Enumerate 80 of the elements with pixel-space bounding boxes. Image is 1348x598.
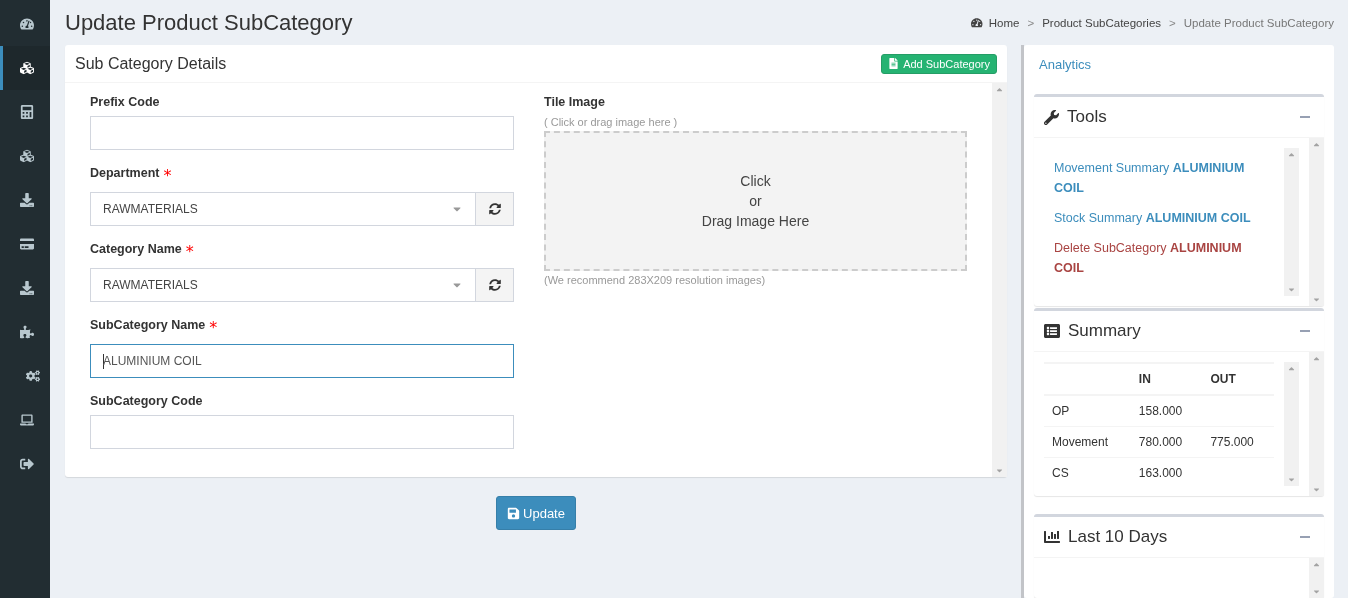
field-label: Prefix Code [90,95,160,109]
download-icon [19,193,34,207]
image-drop-zone[interactable]: Click or Drag Image Here [544,131,967,271]
breadcrumb-link[interactable]: Home [971,16,1020,29]
breadcrumb-link[interactable]: Product SubCategories [1042,16,1162,29]
field-label: Tile Image [544,95,606,109]
required-mark: * [209,318,218,337]
analytics-link[interactable]: Analytics [1034,45,1324,94]
breadcrumb-separator: > [1169,16,1176,29]
scroll-down-icon[interactable] [1312,295,1321,304]
sidebar-item[interactable] [0,46,50,90]
tool-link[interactable]: Movement Summary ALUMINIUM COIL [1054,158,1264,198]
table-cell: 775.000 [1202,426,1274,458]
table-cell: CS [1044,457,1131,488]
puzzle-icon [19,325,34,339]
table-cell: 158.000 [1130,395,1203,427]
table-cell: 780.000 [1130,426,1203,458]
field-label: Department [90,166,160,180]
required-mark: * [185,242,194,261]
scroll-up-icon[interactable] [995,85,1004,94]
scroll-up-icon[interactable] [1312,354,1321,363]
file-icon [888,58,900,69]
dashboard-icon [19,17,34,31]
scroll-down-icon[interactable] [1287,285,1296,294]
cubes-icon [19,61,34,75]
calculator-icon [19,105,34,119]
refresh-icon [488,279,501,291]
panel-title: Summary [1044,321,1141,341]
cubes-icon [19,149,34,163]
page-title: Update Product SubCategory [65,9,353,36]
field-label: Category Name [90,242,182,256]
scrollbar[interactable] [1309,138,1324,306]
select-field[interactable]: RAWMATERIALS [90,268,476,302]
download-icon [19,281,34,295]
scrollbar[interactable] [1284,362,1299,486]
refresh-button[interactable] [476,192,514,226]
table-cell: 163.000 [1130,457,1203,488]
scrollbar[interactable] [992,83,1007,477]
scroll-up-icon[interactable] [1287,150,1296,159]
field-label: SubCategory Name [90,318,206,332]
panel-title: Last 10 Days [1044,527,1168,547]
select-field[interactable]: RAWMATERIALS [90,192,476,226]
save-icon [507,506,521,520]
gears-icon [26,369,40,383]
input-field[interactable] [90,415,514,449]
input-field[interactable] [90,116,514,150]
credit-card-icon [19,237,34,251]
scrollbar[interactable] [1309,558,1324,598]
scroll-up-icon[interactable] [1312,140,1321,149]
tool-link[interactable]: Stock Summary ALUMINIUM COIL [1054,208,1264,228]
column-header: IN [1130,363,1203,395]
scroll-down-icon[interactable] [1312,587,1321,596]
refresh-icon [488,203,501,215]
scroll-down-icon[interactable] [995,466,1004,475]
field-label: SubCategory Code [90,394,203,408]
scroll-up-icon[interactable] [1287,364,1296,373]
bar-chart-icon [1044,529,1060,545]
table-cell: Movement [1044,426,1131,458]
wrench-icon [1044,109,1059,125]
table-cell: OP [1044,395,1131,427]
update-button[interactable]: Update [496,496,576,530]
list-icon [1044,323,1060,339]
dashboard-icon [971,16,983,29]
sign-out-icon [19,457,34,471]
resolution-note: (We recommend 283X209 resolution images) [544,274,767,286]
upload-hint: ( Click or drag image here ) [544,116,679,128]
scroll-up-icon[interactable] [1312,560,1321,569]
required-mark: * [163,166,172,185]
refresh-button[interactable] [476,268,514,302]
tool-link[interactable]: Delete SubCategory ALUMINIUM COIL [1054,238,1264,278]
laptop-icon [19,413,34,427]
scrollbar[interactable] [1284,148,1299,296]
breadcrumb-current: Update Product SubCategory [1183,16,1334,29]
breadcrumb-separator: > [1027,16,1035,29]
panel-title: Tools [1044,107,1107,127]
column-header: OUT [1202,363,1274,395]
card-title: Sub Category Details [75,54,227,73]
scroll-down-icon[interactable] [1312,485,1321,494]
scroll-down-icon[interactable] [1287,475,1296,484]
scrollbar[interactable] [1309,352,1324,496]
